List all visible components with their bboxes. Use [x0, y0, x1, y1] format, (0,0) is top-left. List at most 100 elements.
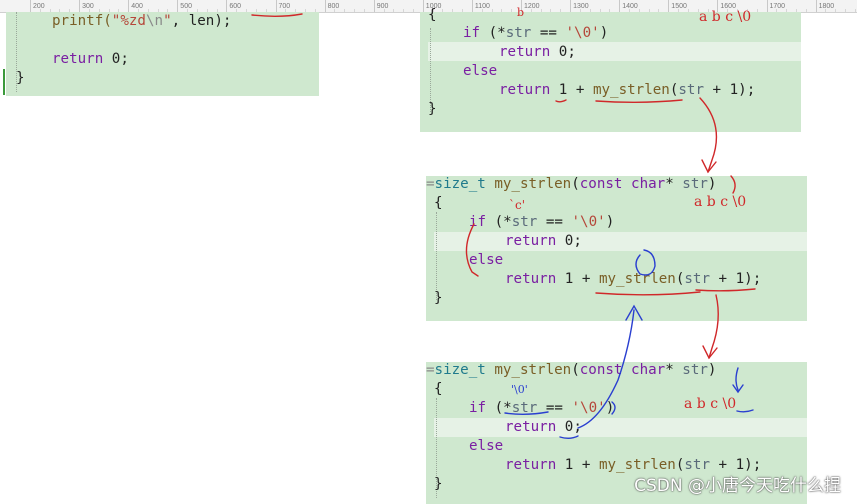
- char-keyword: char: [631, 362, 666, 378]
- return-value: 0;: [556, 233, 582, 249]
- ruler-tick: 300: [79, 0, 94, 12]
- ruler-tick: 900: [373, 0, 388, 12]
- param-str: str: [682, 362, 708, 378]
- closing-brace: }: [428, 101, 437, 117]
- str-identifier: str: [511, 400, 538, 416]
- return-zero-line: return 0;: [505, 418, 582, 437]
- ruler-minor-tick: [835, 9, 837, 12]
- fold-marker: =: [426, 362, 435, 378]
- const-keyword: const: [579, 362, 623, 378]
- current-line-highlight: [434, 418, 807, 437]
- deref-open: (*: [486, 214, 512, 230]
- paren-close: ): [599, 25, 609, 41]
- recursive-return-line: return 1 + my_strlen(str + 1);: [505, 270, 761, 289]
- annotation-null-char: '\0': [511, 383, 528, 396]
- return-keyword: return: [505, 457, 557, 473]
- if-line: if (*str == '\0'): [469, 213, 614, 232]
- pointer-star: *: [665, 362, 674, 378]
- ruler-tick: 800: [324, 0, 339, 12]
- return-keyword: return: [499, 82, 551, 98]
- ruler-minor-tick: [825, 9, 827, 12]
- if-line: if (*str == '\0'): [469, 399, 614, 418]
- indent-guide: [436, 212, 437, 300]
- annotation-b: b: [517, 6, 525, 19]
- open-brace: {: [428, 7, 437, 23]
- return-keyword: return: [505, 233, 557, 249]
- current-line-highlight: [434, 232, 807, 251]
- else-keyword: else: [469, 438, 504, 454]
- else-line: else: [469, 437, 503, 456]
- arrow-head: [702, 345, 718, 360]
- else-line: else: [469, 251, 503, 270]
- code-panel-main-tail: printf("%zd\n", len); return 0; }: [6, 12, 319, 96]
- open-brace: {: [434, 195, 443, 211]
- ruler-minor-tick: [393, 9, 395, 12]
- str-identifier: str: [678, 82, 705, 98]
- function-signature: =size_t my_strlen(const char* str): [426, 361, 716, 380]
- ruler-tick: 1300: [570, 0, 589, 12]
- ruler-tick: 600: [226, 0, 241, 12]
- return-zero-line: return 0;: [499, 43, 576, 62]
- ruler-minor-tick: [845, 9, 847, 12]
- equals-operator: ==: [531, 25, 566, 41]
- deref-open: (*: [486, 400, 512, 416]
- format-string: "%zd: [111, 13, 146, 29]
- function-name: my_strlen: [494, 362, 572, 378]
- pointer-star: *: [665, 176, 674, 192]
- escape-sequence: \n: [145, 13, 164, 29]
- function-signature: =size_t my_strlen(const char* str): [426, 175, 716, 194]
- ruler-tick: 500: [177, 0, 192, 12]
- ruler-tick: 400: [128, 0, 143, 12]
- return-keyword: return: [505, 271, 557, 287]
- else-keyword: else: [463, 63, 498, 79]
- ruler-tick: 1800: [815, 0, 834, 12]
- ruler-minor-tick: [363, 9, 365, 12]
- return-keyword: return: [52, 51, 104, 67]
- ruler-tick: 1000: [422, 0, 441, 12]
- str-identifier: str: [505, 25, 532, 41]
- ruler-minor-tick: [854, 9, 856, 12]
- if-keyword: if: [463, 25, 481, 41]
- fold-marker: =: [426, 176, 435, 192]
- return-value: 0;: [103, 51, 129, 67]
- annotation-abc-mid: a b c \0: [694, 194, 747, 210]
- return-value: 0;: [556, 419, 582, 435]
- null-char-literal: '\0': [571, 400, 606, 416]
- plus-one: 1 +: [556, 271, 599, 287]
- format-string-end: ": [163, 13, 172, 29]
- arrow-head: [701, 159, 717, 174]
- return-keyword: return: [499, 44, 551, 60]
- if-keyword: if: [469, 214, 487, 230]
- printf-call: printf(: [52, 13, 112, 29]
- plus-one: 1 +: [556, 457, 599, 473]
- null-char-literal: '\0': [565, 25, 600, 41]
- paren-close: ): [605, 400, 615, 416]
- str-identifier: str: [511, 214, 538, 230]
- return-value: 0;: [550, 44, 576, 60]
- closing-brace: }: [434, 476, 443, 492]
- code-panel-recursion-1: { if (*str == '\0') return 0; else retur…: [420, 7, 801, 132]
- plus-one: 1 +: [550, 82, 593, 98]
- return-type: size_t: [434, 176, 486, 192]
- annotation-c: `c': [509, 198, 526, 212]
- paren-close: ): [605, 214, 615, 230]
- closing-brace: }: [16, 70, 25, 86]
- function-name: my_strlen: [494, 176, 572, 192]
- paren-open: (: [571, 176, 580, 192]
- param-str: str: [682, 176, 708, 192]
- else-line: else: [463, 62, 497, 81]
- const-keyword: const: [579, 176, 623, 192]
- equals-operator: ==: [537, 214, 572, 230]
- paren-close: ): [707, 176, 717, 192]
- ruler-minor-tick: [354, 9, 356, 12]
- call-args-end: + 1);: [704, 82, 756, 98]
- paren-open: (: [571, 362, 580, 378]
- if-line: if (*str == '\0'): [463, 24, 608, 43]
- annotation-abc-bot: a b c \0: [684, 396, 737, 412]
- ruler-tick: 1100: [471, 0, 490, 12]
- ruler-tick: 1700: [766, 0, 785, 12]
- recursive-call: my_strlen: [592, 82, 670, 98]
- ruler-minor-tick: [412, 9, 414, 12]
- annotation-abc-top: a b c \0: [699, 9, 752, 25]
- ruler-tick: 200: [30, 0, 45, 12]
